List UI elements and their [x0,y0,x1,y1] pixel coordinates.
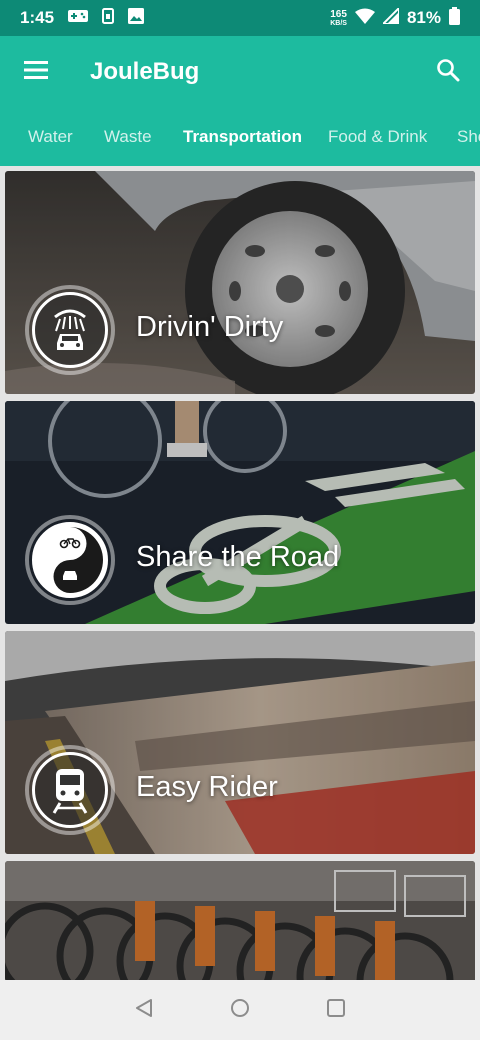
status-time: 1:45 [20,8,55,27]
card-badge [25,285,115,375]
action-feed[interactable]: Drivin' Dirty Share the Road Easy Rider [0,166,480,980]
search-icon [436,58,460,87]
card-easy-rider[interactable]: Easy Rider [5,631,475,854]
card-shade [5,861,475,980]
card-drivin-dirty[interactable]: Drivin' Dirty [5,171,475,394]
tab-shopping-partial[interactable]: Sho [457,108,480,166]
card-title: Share the Road [136,541,340,573]
card-badge [25,745,115,835]
signal-icon [380,5,400,29]
wifi-icon [354,8,375,29]
card-share-the-road[interactable]: Share the Road [5,401,475,624]
tab-transportation[interactable]: Transportation [183,108,302,166]
system-nav-bar [0,980,480,1040]
tab-waste[interactable]: Waste [104,108,152,166]
app-title: JouleBug [90,58,200,85]
menu-button[interactable] [0,36,72,108]
recents-icon [326,998,346,1023]
battery-icon [449,6,460,30]
network-speed: 165 KB/S [330,8,347,27]
hamburger-menu-icon [24,60,48,84]
sim-icon [102,7,115,29]
card-badge [25,515,115,605]
card-title: Drivin' Dirty [136,311,284,343]
card-title: Easy Rider [136,771,278,803]
bike-car-yin-yang-icon [32,522,108,598]
train-icon [32,752,108,828]
app-bar: JouleBug [0,36,480,108]
network-speed-unit: KB/S [330,19,347,27]
search-button[interactable] [416,36,480,108]
battery-percent: 81% [406,8,441,27]
back-icon [134,998,154,1023]
status-left: 1:45 [20,7,145,29]
gamepad-icon [68,8,89,28]
status-bar: 1:45 165 KB/S 81% [0,0,480,36]
tab-water[interactable]: Water [28,108,73,166]
recents-button[interactable] [324,998,348,1022]
status-right: 165 KB/S 81% [330,5,460,30]
home-icon [230,998,250,1023]
category-tabs: Water Waste Transportation Food & Drink … [0,108,480,166]
image-icon [128,7,145,29]
back-button[interactable] [132,998,156,1022]
home-button[interactable] [228,998,252,1022]
car-wash-icon [32,292,108,368]
card-bike-share-partial[interactable] [5,861,475,980]
network-speed-value: 165 [330,8,347,20]
tab-food-drink[interactable]: Food & Drink [328,108,427,166]
